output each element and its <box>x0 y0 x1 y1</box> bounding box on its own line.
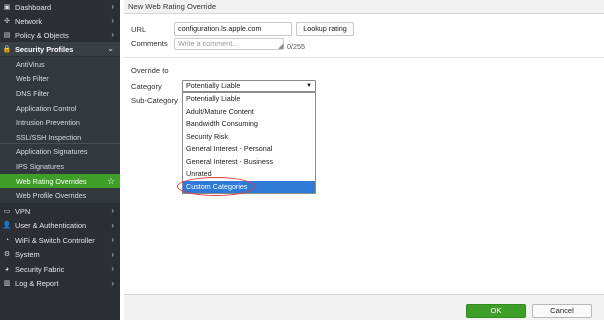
category-label: Category <box>131 82 162 91</box>
override-section-heading: Override to <box>131 66 169 75</box>
sidebar-nav: ▣ Dashboard › ✣ Network › ▤ Policy & Obj… <box>0 0 120 320</box>
category-option[interactable]: Bandwidth Consuming <box>183 118 315 131</box>
category-option-highlighted[interactable]: Custom Categories <box>183 180 315 193</box>
chevron-right-icon: › <box>111 2 114 11</box>
sidebar-item-label: Dashboard <box>15 2 52 12</box>
sidebar-subitem-label: Intrusion Prevention <box>16 118 80 128</box>
sidebar-subitem-intrusion-prevention[interactable]: Intrusion Prevention <box>0 115 120 130</box>
ok-button[interactable]: OK <box>466 304 526 318</box>
star-icon[interactable]: ☆ <box>107 176 115 186</box>
sidebar-subitem-application-signatures[interactable]: Application Signatures <box>0 144 120 160</box>
url-input[interactable]: configuration.ls.apple.com <box>174 22 292 36</box>
sidebar-subitem-ips-signatures[interactable]: IPS Signatures <box>0 159 120 174</box>
override-dialog: New Web Rating Override URL configuratio… <box>120 0 604 320</box>
sidebar-subitem-label: IPS Signatures <box>16 161 64 171</box>
comments-char-count: 0/255 <box>287 42 305 51</box>
sidebar-item-log-report[interactable]: ▥ Log & Report › <box>0 277 120 291</box>
gear-icon: ⚙ <box>3 251 11 258</box>
sidebar-item-label: Security Fabric <box>15 264 65 274</box>
sidebar-item-system[interactable]: ⚙ System › <box>0 248 120 262</box>
cancel-button[interactable]: Cancel <box>532 304 592 318</box>
sidebar-item-vpn[interactable]: ▭ VPN › <box>0 204 120 218</box>
network-icon: ✣ <box>4 17 10 25</box>
chevron-right-icon: › <box>111 264 114 273</box>
sidebar-item-network[interactable]: ✣ Network › <box>0 14 120 28</box>
sidebar-item-policy-objects[interactable]: ▤ Policy & Objects › <box>0 28 120 42</box>
sidebar-subitem-label: Web Filter <box>16 74 49 84</box>
chevron-right-icon: › <box>111 30 114 39</box>
chevron-right-icon: › <box>111 235 114 244</box>
policy-icon: ▤ <box>3 31 11 39</box>
sidebar-item-wifi-switch[interactable]: ◔ WiFi & Switch Controller › <box>0 233 120 247</box>
resize-grip-icon[interactable]: ◢ <box>278 43 283 50</box>
caret-down-icon: ▼ <box>306 83 312 89</box>
sidebar-item-label: Log & Report <box>15 279 59 288</box>
category-dropdown-list: Potentially Liable Adult/Mature Content … <box>182 92 316 194</box>
chevron-right-icon: › <box>111 206 114 215</box>
sidebar-item-label: WiFi & Switch Controller <box>15 235 95 245</box>
sidebar-subitem-label: Web Rating Overrides <box>16 176 87 186</box>
lock-icon: 🔒 <box>2 45 12 53</box>
sidebar-subitem-web-profile-overrides[interactable]: Web Profile Overrides <box>0 188 120 203</box>
sidebar-item-label: System <box>15 250 40 259</box>
sidebar-item-label: Security Profiles <box>15 44 74 54</box>
sidebar-subitem-antivirus[interactable]: AntiVirus <box>0 57 120 72</box>
dialog-title: New Web Rating Override <box>124 0 604 14</box>
sidebar-subitem-dns-filter[interactable]: DNS Filter <box>0 86 120 101</box>
chevron-right-icon: › <box>111 249 114 259</box>
lookup-rating-button[interactable]: Lookup rating <box>296 22 354 36</box>
sidebar-subitem-label: DNS Filter <box>16 88 50 98</box>
comments-input[interactable]: Write a comment... <box>174 38 284 50</box>
sidebar-item-label: VPN <box>15 206 31 216</box>
sidebar-subitem-label: SSL/SSH Inspection <box>16 132 82 142</box>
sidebar-item-dashboard[interactable]: ▣ Dashboard › <box>0 0 120 14</box>
category-option[interactable]: Unrated <box>183 168 315 181</box>
subcategory-label: Sub-Category <box>131 96 178 105</box>
category-option[interactable]: General Interest - Personal <box>183 143 315 156</box>
sidebar-item-label: Policy & Objects <box>15 30 69 40</box>
sidebar-item-label: Network <box>15 16 43 26</box>
chevron-right-icon: › <box>111 220 114 230</box>
sidebar-item-user-authentication[interactable]: 👤 User & Authentication › <box>0 219 120 233</box>
sidebar-subitem-web-filter[interactable]: Web Filter <box>0 71 120 87</box>
category-select[interactable]: Potentially Liable ▼ <box>182 80 316 92</box>
comments-label: Comments <box>131 39 168 48</box>
sidebar-subitem-web-rating-overrides[interactable]: Web Rating Overrides ☆ <box>0 173 120 189</box>
fabric-icon: ◕ <box>4 265 10 273</box>
sidebar-item-security-fabric[interactable]: ◕ Security Fabric › <box>0 262 120 276</box>
chevron-right-icon: › <box>111 278 114 288</box>
chevron-right-icon: › <box>111 16 114 25</box>
sidebar-subitem-label: Web Profile Overrides <box>16 191 87 201</box>
url-label: URL <box>131 25 147 34</box>
sidebar-subitem-application-control[interactable]: Application Control <box>0 100 120 116</box>
section-divider <box>124 57 604 58</box>
category-option[interactable]: General Interest - Business <box>183 156 315 169</box>
category-selected-value: Potentially Liable <box>186 81 241 90</box>
user-icon: 👤 <box>2 222 12 229</box>
sidebar-item-label: User & Authentication <box>15 221 87 230</box>
category-option[interactable]: Adult/Mature Content <box>183 106 315 119</box>
wifi-icon: ◔ <box>4 236 10 244</box>
vpn-icon: ▭ <box>3 207 11 215</box>
dashboard-icon: ▣ <box>3 3 11 11</box>
sidebar-item-security-profiles[interactable]: 🔒 Security Profiles ⌄ <box>0 42 120 56</box>
category-option[interactable]: Security Risk <box>183 131 315 144</box>
category-option[interactable]: Potentially Liable <box>183 93 315 106</box>
sidebar-subitem-label: Application Signatures <box>16 147 88 157</box>
chevron-down-icon: ⌄ <box>107 44 114 53</box>
report-icon: ▥ <box>3 280 11 287</box>
sidebar-subitem-label: Application Control <box>16 103 77 113</box>
sidebar-subitem-label: AntiVirus <box>16 59 45 69</box>
